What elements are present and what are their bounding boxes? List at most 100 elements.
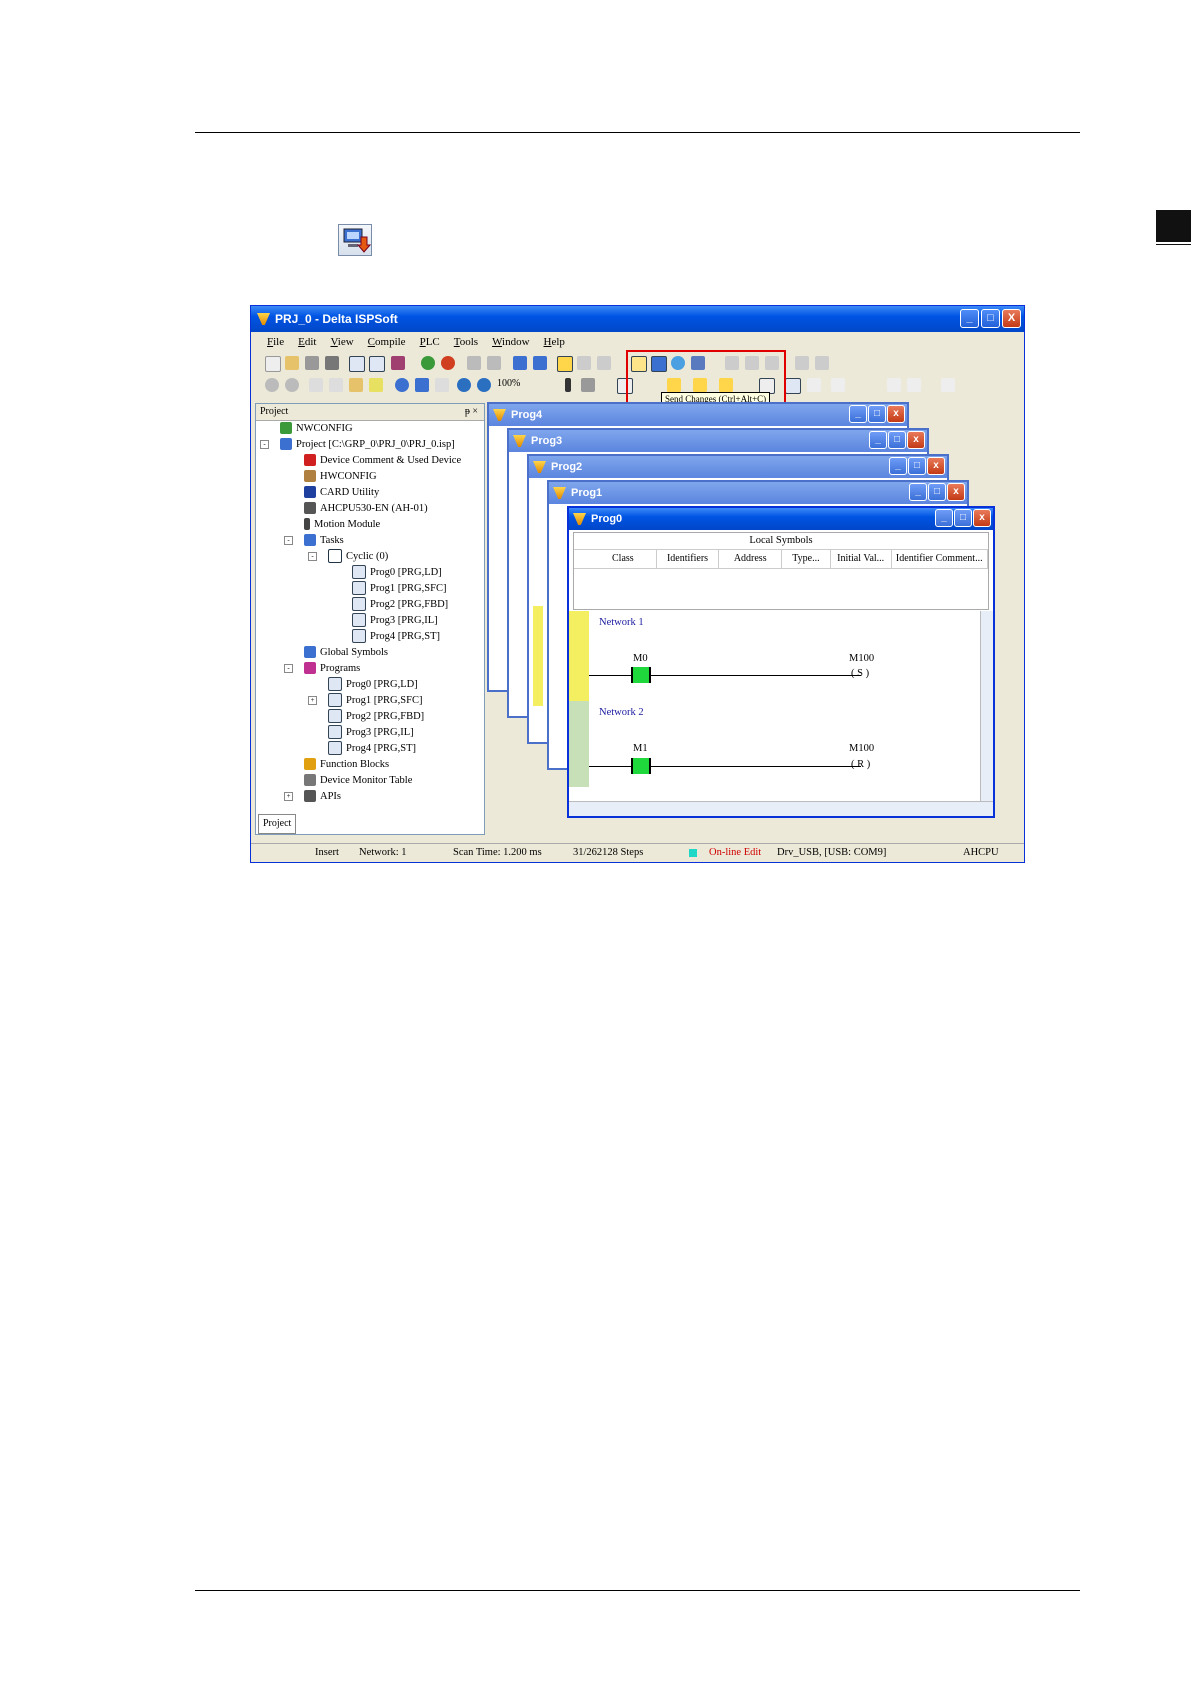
- tree-item[interactable]: Prog1 [PRG,SFC]: [352, 581, 446, 595]
- bracket-icon[interactable]: [941, 378, 955, 392]
- tree-item[interactable]: Prog2 [PRG,FBD]: [352, 597, 448, 611]
- pin-close-icon[interactable]: ᵽ ×: [465, 404, 478, 420]
- vertical-scrollbar[interactable]: [980, 611, 993, 802]
- insert-col-icon[interactable]: [907, 378, 921, 392]
- menu-tools[interactable]: Tools: [454, 336, 478, 348]
- print-icon[interactable]: [325, 356, 339, 370]
- menu-window[interactable]: Window: [492, 336, 529, 348]
- tree-item[interactable]: CARD Utility: [304, 485, 379, 499]
- contact-m1[interactable]: [631, 758, 651, 774]
- close-button[interactable]: x: [947, 483, 965, 501]
- tree-item[interactable]: Tasks: [304, 533, 344, 547]
- maximize-button[interactable]: □: [868, 405, 886, 423]
- column-header[interactable]: Address: [719, 550, 783, 568]
- menu-help[interactable]: Help: [544, 336, 565, 348]
- collapse-toggle[interactable]: -: [284, 536, 293, 545]
- close-button[interactable]: x: [887, 405, 905, 423]
- zoom-in-icon[interactable]: [457, 378, 471, 392]
- tree-item[interactable]: Device Comment & Used Device: [304, 453, 461, 467]
- tree-item[interactable]: Prog2 [PRG,FBD]: [328, 709, 424, 723]
- tree-item[interactable]: Project [C:\GRP_0\PRJ_0\PRJ_0.isp]: [280, 437, 455, 451]
- column-header[interactable]: Initial Val...: [831, 550, 892, 568]
- zoom-out-icon[interactable]: [477, 378, 491, 392]
- tree-item[interactable]: AHCPU530-EN (AH-01): [304, 501, 428, 515]
- zoom-select[interactable]: 100%: [497, 378, 520, 389]
- window-icon[interactable]: [369, 356, 385, 372]
- tree-item[interactable]: Global Symbols: [304, 645, 388, 659]
- coil-set[interactable]: ( S ): [851, 668, 869, 679]
- replace-icon[interactable]: [415, 378, 429, 392]
- tree-item[interactable]: Prog1 [PRG,SFC]: [328, 693, 422, 707]
- expand-toggle[interactable]: +: [308, 696, 317, 705]
- maximize-button[interactable]: □: [908, 457, 926, 475]
- column-header[interactable]: Type...: [782, 550, 831, 568]
- menu-view[interactable]: View: [330, 336, 353, 348]
- insert-row-icon[interactable]: [887, 378, 901, 392]
- new-icon[interactable]: [265, 356, 281, 372]
- column-header[interactable]: Class: [590, 550, 657, 568]
- pointer-icon[interactable]: [785, 378, 801, 394]
- collapse-toggle[interactable]: -: [284, 664, 293, 673]
- collapse-toggle[interactable]: -: [260, 440, 269, 449]
- column-header[interactable]: Identifiers: [657, 550, 720, 568]
- online-edit-icon[interactable]: [557, 356, 573, 372]
- monitor2-icon[interactable]: [487, 356, 501, 370]
- minimize-button[interactable]: _: [889, 457, 907, 475]
- ladder-editor[interactable]: Network 1 M0 M100 ( S ) Network 2 M1 M10…: [569, 611, 981, 802]
- upload-icon[interactable]: [533, 356, 547, 370]
- tree-item[interactable]: NWCONFIG: [280, 421, 353, 435]
- disabled4-icon[interactable]: [795, 356, 809, 370]
- eraser-icon[interactable]: [369, 378, 383, 392]
- disabled-circle-icon[interactable]: [265, 378, 279, 392]
- collapse-toggle[interactable]: -: [308, 552, 317, 561]
- save-icon[interactable]: [305, 356, 319, 370]
- maximize-button[interactable]: □: [954, 509, 972, 527]
- maximize-button[interactable]: □: [928, 483, 946, 501]
- disabled5-icon[interactable]: [815, 356, 829, 370]
- prog0-window[interactable]: Prog0 _ □ x Local Symbols Class Identifier…: [567, 506, 995, 818]
- minimize-button[interactable]: _: [909, 483, 927, 501]
- run-icon[interactable]: [421, 356, 435, 370]
- find-icon[interactable]: [395, 378, 409, 392]
- download-icon[interactable]: [513, 356, 527, 370]
- stop-icon[interactable]: [441, 356, 455, 370]
- project-tab[interactable]: Project: [258, 814, 297, 834]
- minimize-button[interactable]: _: [849, 405, 867, 423]
- tree-item[interactable]: Prog3 [PRG,IL]: [328, 725, 414, 739]
- paste-icon[interactable]: [349, 378, 363, 392]
- tree-item[interactable]: Device Monitor Table: [304, 773, 412, 787]
- tree-item[interactable]: Prog3 [PRG,IL]: [352, 613, 438, 627]
- goto-icon[interactable]: [581, 378, 595, 392]
- misc-icon[interactable]: [831, 378, 845, 392]
- horizontal-scrollbar[interactable]: [569, 801, 993, 816]
- grid2-icon[interactable]: [597, 356, 611, 370]
- tree-item[interactable]: APIs: [304, 789, 341, 803]
- tree-item[interactable]: Prog4 [PRG,ST]: [352, 629, 440, 643]
- book-icon[interactable]: [391, 356, 405, 370]
- close-button[interactable]: X: [1002, 309, 1021, 328]
- menu-compile[interactable]: Compile: [368, 336, 406, 348]
- menu-plc[interactable]: PLC: [420, 336, 440, 348]
- maximize-button[interactable]: □: [981, 309, 1000, 328]
- tree-item[interactable]: Prog0 [PRG,LD]: [328, 677, 418, 691]
- disabled-circle2-icon[interactable]: [285, 378, 299, 392]
- close-button[interactable]: x: [907, 431, 925, 449]
- tree-item[interactable]: Function Blocks: [304, 757, 389, 771]
- close-button[interactable]: x: [927, 457, 945, 475]
- monitor-icon[interactable]: [467, 356, 481, 370]
- minimize-button[interactable]: _: [869, 431, 887, 449]
- open-icon[interactable]: [285, 356, 299, 370]
- column-header[interactable]: Identifier Comment...: [892, 550, 989, 568]
- close-button[interactable]: x: [973, 509, 991, 527]
- tree-item[interactable]: Prog0 [PRG,LD]: [352, 565, 442, 579]
- tree-item[interactable]: Cyclic (0): [328, 549, 388, 563]
- contact-m0[interactable]: [631, 667, 651, 683]
- tree-item[interactable]: Prog4 [PRG,ST]: [328, 741, 416, 755]
- tree-item[interactable]: HWCONFIG: [304, 469, 377, 483]
- menu-file[interactable]: File: [267, 336, 284, 348]
- menu-edit[interactable]: Edit: [298, 336, 316, 348]
- tree-item[interactable]: Programs: [304, 661, 360, 675]
- expand-toggle[interactable]: +: [284, 792, 293, 801]
- coil-reset[interactable]: ( R ): [851, 759, 870, 770]
- minimize-button[interactable]: _: [960, 309, 979, 328]
